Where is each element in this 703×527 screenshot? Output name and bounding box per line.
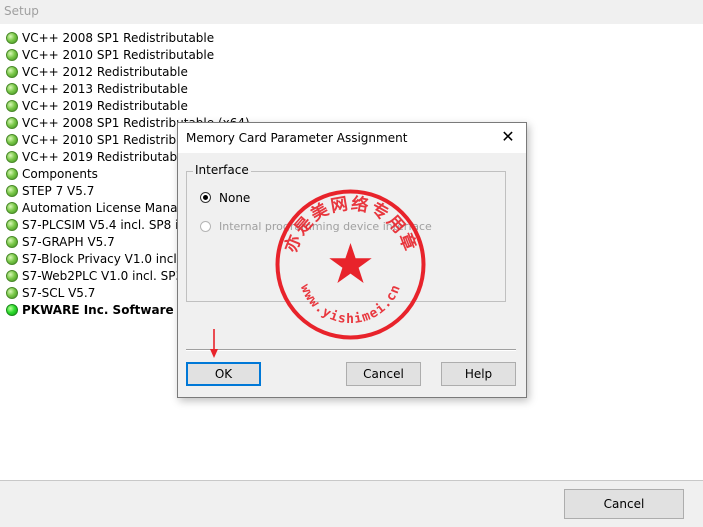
setup-title: Setup [4, 4, 39, 18]
component-item: VC++ 2013 Redistributable [6, 81, 188, 98]
dialog-separator [186, 349, 516, 351]
status-ok-icon [6, 252, 18, 265]
status-ok-icon [6, 48, 18, 61]
setup-title-bar: Setup [0, 0, 703, 24]
component-item: VC++ 2010 SP1 Redistributable [6, 47, 214, 64]
status-ok-icon [6, 82, 18, 95]
status-ok-icon [6, 116, 18, 129]
status-ok-icon [6, 150, 18, 163]
component-item: VC++ 2008 SP1 Redistributable [6, 30, 214, 47]
status-ok-icon [6, 218, 18, 231]
radio-disabled-icon [200, 220, 211, 232]
setup-cancel-button[interactable]: Cancel [564, 489, 684, 519]
component-item-current: PKWARE Inc. Software [6, 302, 174, 319]
status-ok-icon [6, 65, 18, 78]
dialog-title-bar: Memory Card Parameter Assignment ✕ [178, 123, 526, 153]
help-button[interactable]: Help [441, 362, 516, 386]
radio-none[interactable]: None [200, 190, 250, 206]
component-item: VC++ 2019 Redistributable [6, 98, 188, 115]
status-ok-icon [6, 184, 18, 197]
cancel-button[interactable]: Cancel [346, 362, 421, 386]
dialog-title: Memory Card Parameter Assignment [186, 131, 408, 145]
watermark-seal-icon: 亦是美网络专用章 www.yishimei.cn [275, 189, 426, 340]
interface-group-label: Interface [193, 163, 251, 177]
seal-bottom-text: www.yishimei.cn [297, 282, 403, 327]
component-item: VC++ 2012 Redistributable [6, 64, 188, 81]
status-ok-icon [6, 31, 18, 44]
annotation-arrow-icon [210, 329, 218, 358]
radio-checked-icon[interactable] [200, 192, 211, 203]
component-item: S7-Web2PLC V1.0 incl. SP3 [6, 268, 183, 285]
close-icon[interactable]: ✕ [498, 127, 518, 147]
component-item: STEP 7 V5.7 [6, 183, 94, 200]
component-item: S7-SCL V5.7 [6, 285, 95, 302]
status-ok-icon [6, 99, 18, 112]
svg-text:www.yishimei.cn: www.yishimei.cn [297, 282, 404, 327]
component-item: Components [6, 166, 98, 183]
status-ok-icon [6, 235, 18, 248]
component-item: S7-GRAPH V5.7 [6, 234, 115, 251]
status-active-icon [6, 303, 18, 316]
status-ok-icon [6, 201, 18, 214]
status-ok-icon [6, 133, 18, 146]
component-item: Automation License Manager [6, 200, 197, 217]
setup-footer: Cancel [0, 480, 703, 527]
status-ok-icon [6, 286, 18, 299]
ok-button[interactable]: OK [186, 362, 261, 386]
status-ok-icon [6, 269, 18, 282]
status-ok-icon [6, 167, 18, 180]
